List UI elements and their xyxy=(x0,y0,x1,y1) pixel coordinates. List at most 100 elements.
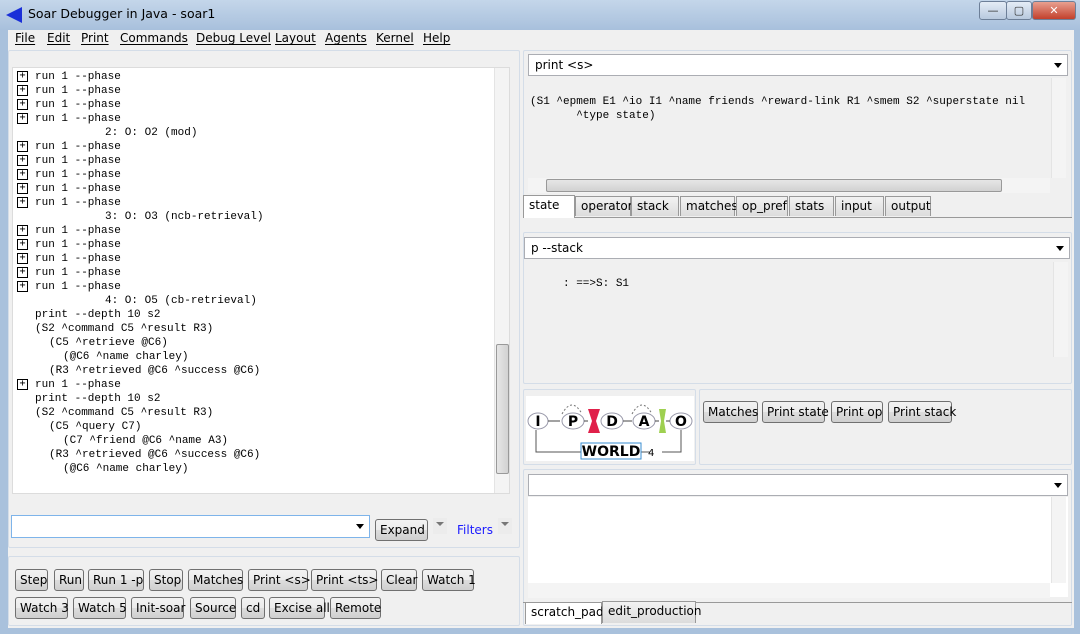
tab-scratch-pad[interactable]: scratch_pad xyxy=(525,602,604,624)
tab-op-pref[interactable]: op_pref xyxy=(736,196,788,216)
scratch-hscroll[interactable] xyxy=(528,583,1050,598)
expand-node-icon[interactable]: + xyxy=(17,71,28,82)
button-matches[interactable]: Matches xyxy=(703,401,758,423)
tab-operator[interactable]: operator xyxy=(575,196,633,216)
close-button[interactable]: ✕ xyxy=(1032,1,1076,20)
button-watch-1[interactable]: Watch 1 xyxy=(422,569,476,591)
trace-line: (C5 ^query C7) xyxy=(49,421,142,433)
menu-agents[interactable]: Agents xyxy=(325,31,367,45)
button-print-s-[interactable]: Print <s> xyxy=(248,569,311,591)
expand-node-icon[interactable]: + xyxy=(17,113,28,124)
tab-stack[interactable]: stack xyxy=(631,196,679,216)
button-matches[interactable]: Matches xyxy=(188,569,243,591)
menu-layout[interactable]: Layout xyxy=(275,31,316,45)
button-print-ts-[interactable]: Print <ts> xyxy=(311,569,378,591)
trace-scrollbar[interactable] xyxy=(494,68,509,493)
button-clear[interactable]: Clear xyxy=(381,569,417,591)
tab-matches[interactable]: matches xyxy=(680,196,738,216)
button-cd[interactable]: cd xyxy=(241,597,265,619)
menu-commands[interactable]: Commands xyxy=(120,31,188,45)
menu-debug-level[interactable]: Debug Level xyxy=(196,31,271,45)
svg-text:I: I xyxy=(535,414,540,430)
menu-file[interactable]: File xyxy=(15,31,35,45)
trace-line: run 1 --phase xyxy=(35,183,121,195)
button-run-1-p[interactable]: Run 1 -p xyxy=(88,569,144,591)
expand-node-icon[interactable]: + xyxy=(17,155,28,166)
trace-line: run 1 --phase xyxy=(35,281,121,293)
stack-vscroll[interactable] xyxy=(1053,262,1068,357)
expand-dropdown-icon[interactable] xyxy=(433,518,447,534)
expand-node-icon[interactable]: + xyxy=(17,379,28,390)
expand-node-icon[interactable]: + xyxy=(17,239,28,250)
expand-node-icon[interactable]: + xyxy=(17,99,28,110)
chevron-down-icon[interactable] xyxy=(1056,246,1064,251)
scratch-pad-text[interactable] xyxy=(528,497,1068,597)
menu-edit[interactable]: Edit xyxy=(47,31,70,45)
svg-text:D: D xyxy=(606,414,618,430)
stop-marker-green[interactable] xyxy=(659,409,666,433)
expand-node-icon[interactable]: + xyxy=(17,169,28,180)
trace-output: + run 1 --phase + run 1 --phase + run 1 --pha… xyxy=(12,67,510,494)
button-print-op[interactable]: Print op xyxy=(831,401,883,423)
button-excise-all[interactable]: Excise all xyxy=(269,597,330,619)
button-watch-3[interactable]: Watch 3 xyxy=(15,597,69,619)
state-hscroll[interactable] xyxy=(528,178,1050,193)
trace-line: (R3 ^retrieved @C6 ^success @C6) xyxy=(49,365,261,377)
trace-line: run 1 --phase xyxy=(35,99,121,111)
chevron-down-icon[interactable] xyxy=(1054,483,1062,488)
button-source[interactable]: Source xyxy=(190,597,236,619)
expand-node-icon[interactable]: + xyxy=(17,141,28,152)
chevron-down-icon[interactable] xyxy=(356,524,364,529)
button-print-state[interactable]: Print state xyxy=(762,401,829,423)
state-hscroll-thumb[interactable] xyxy=(546,179,1002,192)
soar-app-icon xyxy=(6,7,22,23)
state-vscroll[interactable] xyxy=(1051,78,1066,178)
trace-line: run 1 --phase xyxy=(35,239,121,251)
tab-edit-production[interactable]: edit_production xyxy=(602,601,701,623)
expand-node-icon[interactable]: + xyxy=(17,253,28,264)
trace-line: run 1 --phase xyxy=(35,141,121,153)
tab-state[interactable]: state xyxy=(523,195,575,218)
minimize-button[interactable]: — xyxy=(979,1,1007,20)
trace-scroll-thumb[interactable] xyxy=(496,344,509,474)
phase-O: O xyxy=(669,412,693,430)
maximize-button[interactable]: ▢ xyxy=(1006,1,1032,20)
trace-line: run 1 --phase xyxy=(35,197,121,209)
button-step[interactable]: Step xyxy=(15,569,48,591)
stack-output: : ==>S: S1 xyxy=(530,278,630,290)
button-print-stack[interactable]: Print stack xyxy=(888,401,956,423)
scratch-command-combo[interactable] xyxy=(528,474,1068,496)
scratch-vscroll[interactable] xyxy=(1051,497,1066,583)
state-command-combo[interactable]: print <s> xyxy=(528,54,1068,76)
menu-kernel[interactable]: Kernel xyxy=(376,31,414,45)
trace-line: print --depth 10 s2 xyxy=(35,309,161,321)
expand-node-icon[interactable]: + xyxy=(17,281,28,292)
expand-node-icon[interactable]: + xyxy=(17,267,28,278)
chevron-down-icon[interactable] xyxy=(1054,63,1062,68)
tab-input[interactable]: input xyxy=(835,196,884,216)
button-init-soar[interactable]: Init-soar xyxy=(131,597,185,619)
stack-command-combo[interactable]: p --stack xyxy=(524,237,1070,259)
window-title: Soar Debugger in Java - soar1 xyxy=(28,6,216,21)
menu-help[interactable]: Help xyxy=(423,31,450,45)
tab-stats[interactable]: stats xyxy=(789,196,834,216)
expand-node-icon[interactable]: + xyxy=(17,183,28,194)
menu-print[interactable]: Print xyxy=(81,31,109,45)
button-watch-5[interactable]: Watch 5 xyxy=(73,597,127,619)
phase-diagram[interactable]: I P D A O WORLD 4 xyxy=(526,396,694,461)
stop-marker-red[interactable] xyxy=(588,409,600,433)
filters-link[interactable]: Filters xyxy=(457,523,493,537)
button-remote[interactable]: Remote xyxy=(330,597,381,619)
tab-output[interactable]: output xyxy=(885,196,931,216)
phase-P: P xyxy=(561,412,585,430)
command-input[interactable] xyxy=(11,515,370,538)
button-run[interactable]: Run xyxy=(54,569,84,591)
filters-dropdown-icon[interactable] xyxy=(498,518,512,534)
phase-I: I xyxy=(527,412,549,430)
button-stop[interactable]: Stop xyxy=(149,569,183,591)
expand-node-icon[interactable]: + xyxy=(17,85,28,96)
expand-node-icon[interactable]: + xyxy=(17,225,28,236)
phase-A: A xyxy=(632,412,656,430)
expand-node-icon[interactable]: + xyxy=(17,197,28,208)
expand-button[interactable]: Expand xyxy=(375,519,428,541)
